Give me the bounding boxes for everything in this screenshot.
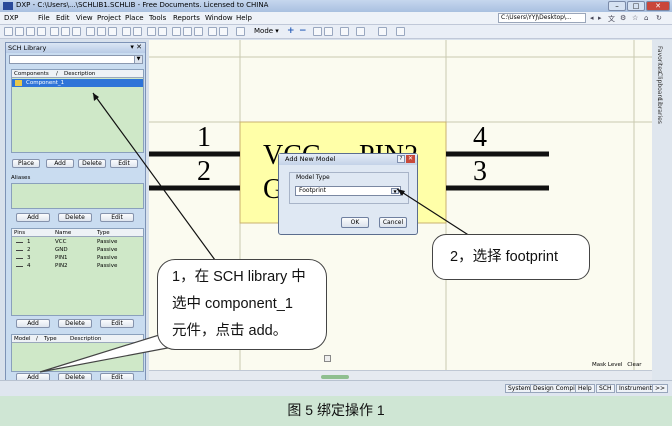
step1-callout: 1，在 SCH library 中 选中 component_1 元件，点击 a… (157, 259, 327, 350)
arrow-to-footprint (396, 188, 471, 237)
step1-line: 选中 component_1 (172, 296, 293, 312)
arrowhead-icon (397, 189, 405, 196)
step2-callout: 2，选择 footprint (432, 234, 590, 280)
step1-line: 1，在 SCH library 中 (172, 269, 306, 285)
application-screenshot: DXP - C:\Users\...\SCHLIB1.SCHLIB - Free… (0, 0, 672, 396)
arrow-to-component (92, 92, 216, 261)
figure-caption: 图 5 绑定操作 1 (287, 402, 385, 418)
step1-line: 元件，点击 add。 (172, 323, 288, 339)
annotation-arrows (39, 92, 471, 373)
